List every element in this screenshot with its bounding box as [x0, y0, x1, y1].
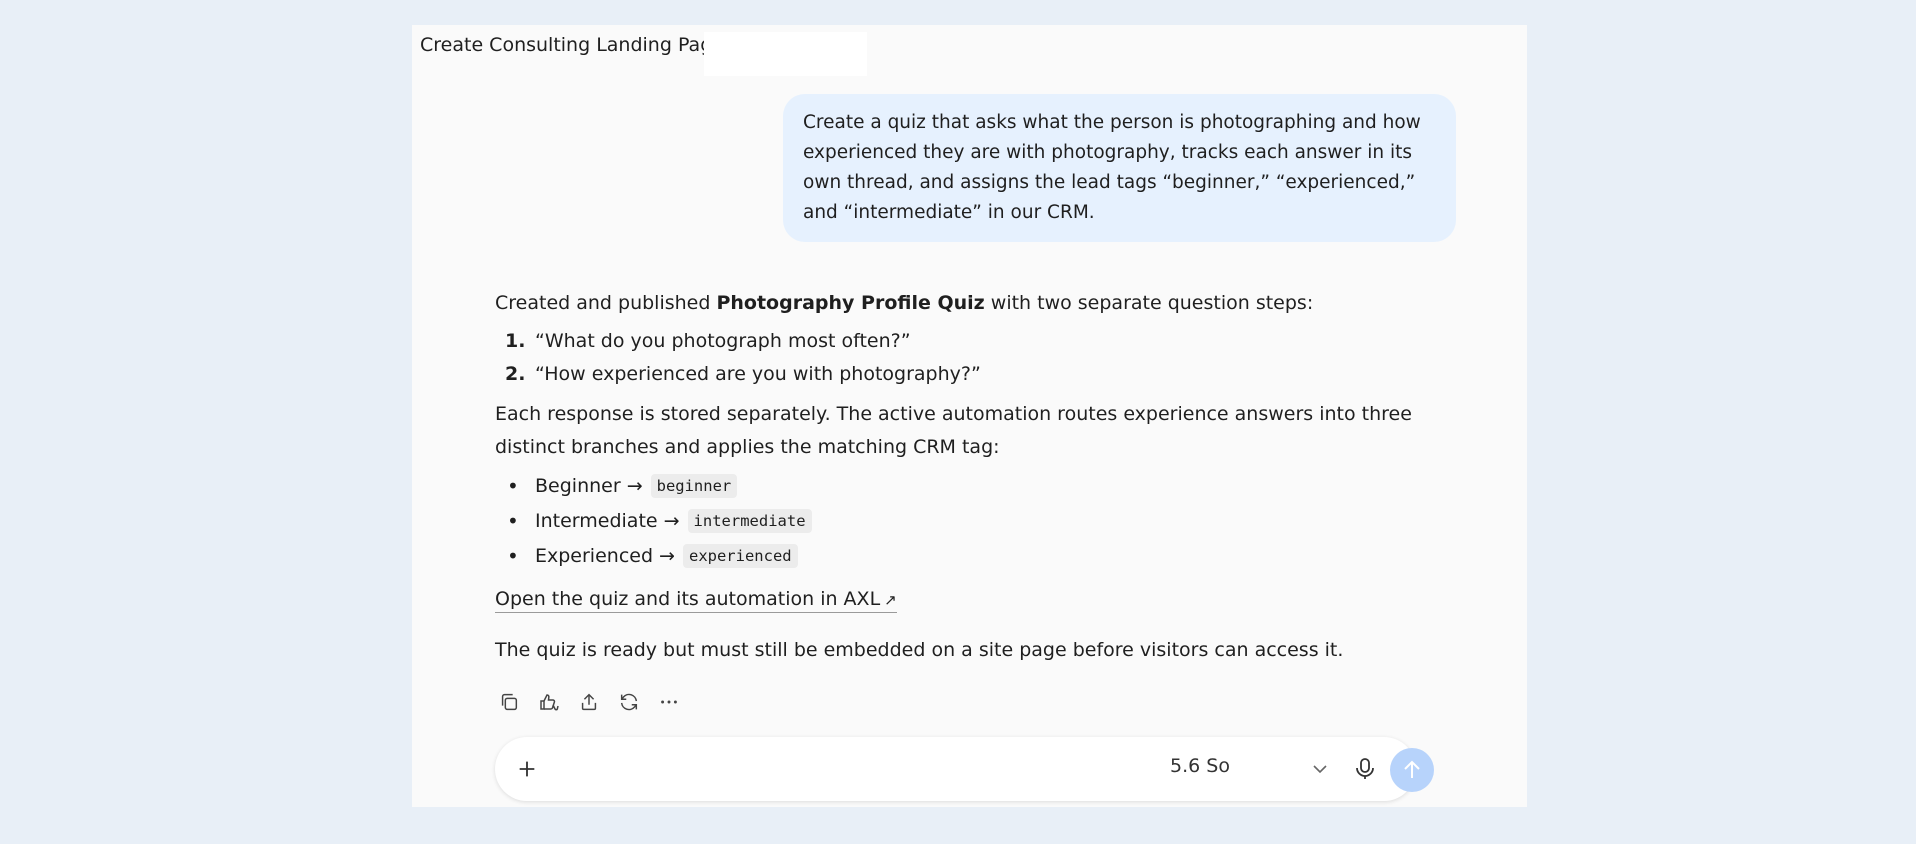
regenerate-icon[interactable] — [615, 688, 643, 716]
question-steps-list: 1. “What do you photograph most often?” … — [495, 324, 1415, 390]
tag-list: • Beginner → beginner • Intermediate → i… — [495, 468, 1415, 573]
intro-suffix: with two separate question steps: — [984, 292, 1314, 314]
tag-code: experienced — [682, 543, 798, 568]
microphone-icon[interactable] — [1353, 755, 1377, 783]
list-item: 2. “How experienced are you with photogr… — [495, 357, 1415, 390]
tag-code: intermediate — [687, 508, 812, 533]
external-arrow-icon: ↗ — [884, 591, 897, 609]
intro-prefix: Created and published — [495, 292, 717, 314]
tag-label: Intermediate → — [535, 509, 680, 532]
more-icon[interactable] — [655, 688, 683, 716]
bullet: • — [507, 473, 519, 498]
user-message-bubble: Create a quiz that asks what the person … — [783, 94, 1456, 242]
share-icon[interactable] — [575, 688, 603, 716]
model-selector-label[interactable]: 5.6 Sol — [1170, 755, 1230, 777]
quiz-name: Photography Profile Quiz — [716, 292, 985, 314]
send-button[interactable] — [1390, 748, 1434, 792]
open-quiz-link-text[interactable]: Open the quiz and its automation in AXL — [495, 588, 880, 610]
add-attachment-button[interactable] — [513, 755, 541, 783]
message-composer[interactable]: 5.6 Sol — [495, 737, 1434, 801]
step-text: “What do you photograph most often?” — [535, 329, 911, 352]
step-text: “How experienced are you with photograph… — [535, 362, 981, 385]
step-number: 1. — [505, 329, 526, 352]
list-item: 1. “What do you photograph most often?” — [495, 324, 1415, 357]
tag-label: Experienced → — [535, 544, 675, 567]
title-blank-area — [704, 32, 867, 76]
conversation-title: Create Consulting Landing Page — [420, 34, 724, 56]
list-item: • Experienced → experienced — [495, 538, 1415, 573]
final-note: The quiz is ready but must still be embe… — [495, 639, 1344, 661]
step-number: 2. — [505, 362, 526, 385]
reply-intro: Created and published Photography Profil… — [495, 287, 1415, 320]
thumbs-icon[interactable] — [535, 688, 563, 716]
routing-paragraph: Each response is stored separately. The … — [495, 403, 1412, 458]
bullet: • — [507, 543, 519, 568]
message-actions — [495, 688, 683, 716]
open-quiz-link[interactable]: Open the quiz and its automation in AXL ↗ — [495, 587, 897, 613]
bullet: • — [507, 508, 519, 533]
chat-window: Create Consulting Landing Page Create a … — [412, 25, 1527, 807]
copy-icon[interactable] — [495, 688, 523, 716]
list-item: • Beginner → beginner — [495, 468, 1415, 503]
tag-code: beginner — [650, 473, 738, 498]
chevron-down-icon[interactable] — [1310, 757, 1330, 781]
assistant-reply: Created and published Photography Profil… — [495, 287, 1415, 665]
tag-label: Beginner → — [535, 474, 643, 497]
list-item: • Intermediate → intermediate — [495, 503, 1415, 538]
